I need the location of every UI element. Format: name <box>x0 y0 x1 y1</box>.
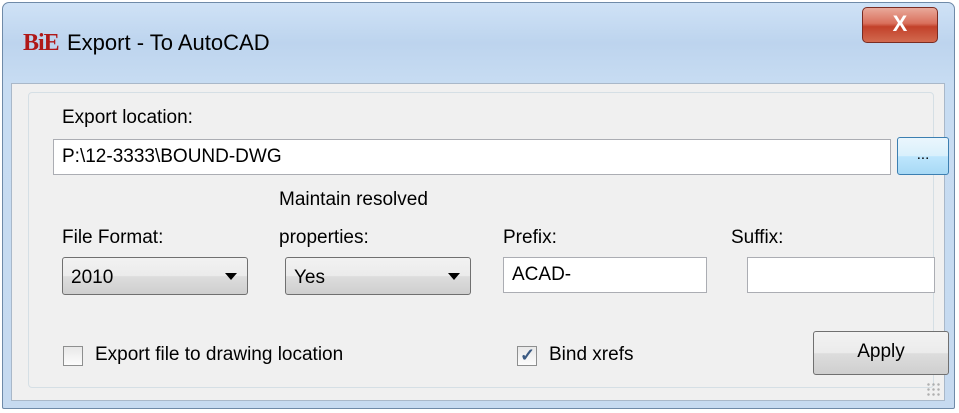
browse-button[interactable]: ... <box>897 137 949 175</box>
chevron-down-icon <box>225 273 237 280</box>
suffix-label: Suffix: <box>731 227 784 248</box>
close-button[interactable]: X <box>862 7 938 43</box>
apply-button[interactable]: Apply <box>813 331 949 375</box>
export-location-label: Export location: <box>62 107 193 128</box>
file-format-dropdown[interactable]: 2010 <box>62 257 248 295</box>
export-to-drawing-checkbox[interactable] <box>63 346 83 366</box>
file-format-selected: 2010 <box>71 267 114 288</box>
prefix-label: Prefix: <box>503 227 557 248</box>
title-bar[interactable]: BiE Export - To AutoCAD X <box>3 3 954 83</box>
resize-grip-icon[interactable] <box>926 382 940 396</box>
export-to-drawing-label[interactable]: Export file to drawing location <box>95 344 343 366</box>
suffix-input[interactable] <box>747 257 935 293</box>
chevron-down-icon <box>448 273 460 280</box>
export-settings-group: Export location: P:\12-3333\BOUND-DWG ..… <box>28 92 949 388</box>
export-location-input[interactable]: P:\12-3333\BOUND-DWG <box>53 139 891 175</box>
app-logo-icon: BiE <box>23 30 60 56</box>
bind-xrefs-label[interactable]: Bind xrefs <box>549 344 633 366</box>
dialog-client-area: Export location: P:\12-3333\BOUND-DWG ..… <box>11 83 949 401</box>
maintain-properties-dropdown[interactable]: Yes <box>285 257 471 295</box>
checkmark-icon: ✓ <box>520 345 536 365</box>
close-icon: X <box>892 11 908 36</box>
window-title: Export - To AutoCAD <box>67 30 270 55</box>
export-dialog-window: BiE Export - To AutoCAD X Export locatio… <box>2 2 955 409</box>
maintain-properties-label-line2: properties: <box>279 227 369 248</box>
bind-xrefs-checkbox[interactable]: ✓ <box>517 345 537 366</box>
prefix-input[interactable]: ACAD- <box>503 257 707 293</box>
file-format-label: File Format: <box>62 227 164 248</box>
maintain-properties-label-line1: Maintain resolved <box>279 189 428 210</box>
maintain-properties-selected: Yes <box>294 267 325 288</box>
